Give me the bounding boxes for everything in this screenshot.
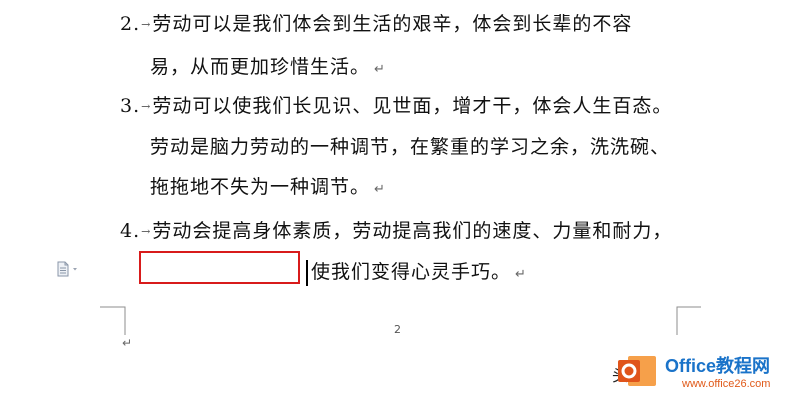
list-text: 劳动可以使我们长见识、见世面，增才干，体会人生百态。 [152, 95, 673, 117]
paragraph-mark-icon: ↵ [122, 336, 133, 350]
watermark-logo-url: www.office26.com [682, 378, 771, 390]
list-text: 劳动可以是我们体会到生活的艰辛，体会到长辈的不容 [152, 13, 633, 35]
list-text: 使我们变得心灵手巧。 [311, 261, 512, 283]
tab-arrow-mark: → [141, 225, 152, 238]
list-item-4-line-2[interactable]: 使我们变得心灵手巧。 ↵ [311, 260, 527, 287]
paragraph-mark-icon: ↵ [374, 62, 386, 77]
list-number: 3. [120, 95, 141, 117]
text-cursor [306, 260, 308, 286]
list-item-3-line-1[interactable]: 3.→劳动可以使我们长见识、见世面，增才干，体会人生百态。 [120, 94, 672, 119]
list-number: 2. [120, 13, 141, 35]
tab-arrow-mark: → [141, 100, 152, 113]
list-item-2-line-1[interactable]: 2.→劳动可以是我们体会到生活的艰辛，体会到长辈的不容 [120, 12, 632, 37]
list-text: 易，从而更加珍惜生活。 [150, 56, 371, 78]
list-text: 劳动是脑力劳动的一种调节，在繁重的学习之余，洗洗碗、 [150, 136, 671, 158]
document-options-icon[interactable] [56, 261, 82, 277]
page-number: 2 [394, 323, 401, 336]
margin-corner-right [676, 306, 701, 335]
list-number: 4. [120, 220, 141, 242]
paragraph-mark-icon: ↵ [515, 267, 527, 282]
office-logo-icon [616, 350, 662, 392]
list-item-4-line-1[interactable]: 4.→劳动会提高身体素质，劳动提高我们的速度、力量和耐力， [120, 219, 672, 244]
list-item-3-line-2[interactable]: 劳动是脑力劳动的一种调节，在繁重的学习之余，洗洗碗、 [150, 135, 670, 159]
paragraph-mark-icon: ↵ [374, 182, 386, 197]
highlight-box [139, 251, 300, 284]
tab-arrow-mark: → [141, 18, 152, 31]
margin-corner-left [100, 306, 126, 335]
document-page[interactable]: 2.→劳动可以是我们体会到生活的艰辛，体会到长辈的不容 易，从而更加珍惜生活。 ↵… [0, 0, 789, 401]
list-item-3-line-3[interactable]: 拖拖地不失为一种调节。 ↵ [150, 175, 386, 202]
list-text: 拖拖地不失为一种调节。 [150, 176, 371, 198]
list-text: 劳动会提高身体素质，劳动提高我们的速度、力量和耐力， [152, 220, 673, 242]
list-item-2-line-2[interactable]: 易，从而更加珍惜生活。 ↵ [150, 55, 386, 82]
watermark-logo-title: Office教程网 [665, 356, 771, 376]
